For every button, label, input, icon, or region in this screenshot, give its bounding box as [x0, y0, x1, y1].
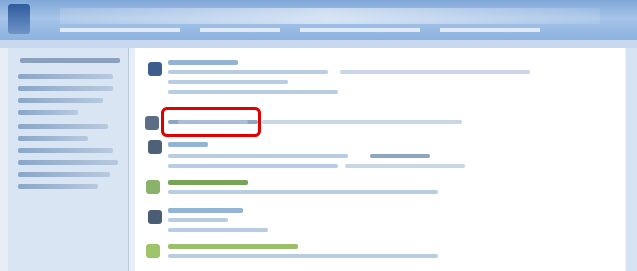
monitor-icon: [148, 62, 162, 76]
computer-icon: [145, 116, 159, 130]
sidebar-item[interactable]: [18, 110, 78, 115]
sidebar-item[interactable]: [18, 184, 98, 189]
section-link[interactable]: [168, 228, 268, 232]
printer-icon: [148, 140, 162, 154]
section-link[interactable]: [168, 154, 348, 158]
sidebar-item[interactable]: [18, 148, 113, 153]
section-title[interactable]: [168, 142, 208, 147]
network-icon: [146, 180, 160, 194]
sidebar-item[interactable]: [18, 172, 110, 177]
sidebar-item[interactable]: [18, 136, 88, 141]
sidebar-item[interactable]: [18, 74, 113, 79]
toolbar: [0, 40, 637, 48]
section-link[interactable]: [168, 70, 328, 74]
sidebar-item[interactable]: [18, 160, 118, 165]
user-icon: [148, 210, 162, 224]
section-link[interactable]: [168, 218, 228, 222]
title-glow: [60, 8, 600, 24]
section-title[interactable]: [168, 180, 248, 185]
section-link[interactable]: [168, 90, 338, 94]
section-link[interactable]: [168, 254, 438, 258]
section-title[interactable]: [168, 244, 298, 249]
section-link[interactable]: [370, 154, 430, 158]
sidebar: [8, 48, 129, 271]
highlight-annotation: [161, 107, 261, 137]
title-bar: [0, 0, 637, 40]
title-text: [60, 28, 180, 32]
window-edge: [626, 48, 637, 271]
app-logo-icon: [8, 4, 30, 34]
address-segment[interactable]: [300, 28, 420, 32]
sidebar-item[interactable]: [18, 98, 103, 103]
section-link[interactable]: [340, 70, 530, 74]
section-title[interactable]: [168, 208, 243, 213]
section-link[interactable]: [168, 80, 288, 84]
section-link[interactable]: [345, 164, 465, 168]
address-segment[interactable]: [440, 28, 540, 32]
sidebar-item[interactable]: [18, 124, 108, 129]
sidebar-item[interactable]: [20, 58, 120, 63]
section-link[interactable]: [168, 190, 438, 194]
app-window: [0, 0, 637, 271]
sidebar-item[interactable]: [18, 86, 113, 91]
globe-icon: [146, 244, 160, 258]
section-title[interactable]: [168, 60, 238, 65]
highlighted-link[interactable]: [178, 120, 248, 124]
section-link[interactable]: [168, 164, 338, 168]
address-segment[interactable]: [200, 28, 280, 32]
section-link[interactable]: [262, 120, 462, 124]
